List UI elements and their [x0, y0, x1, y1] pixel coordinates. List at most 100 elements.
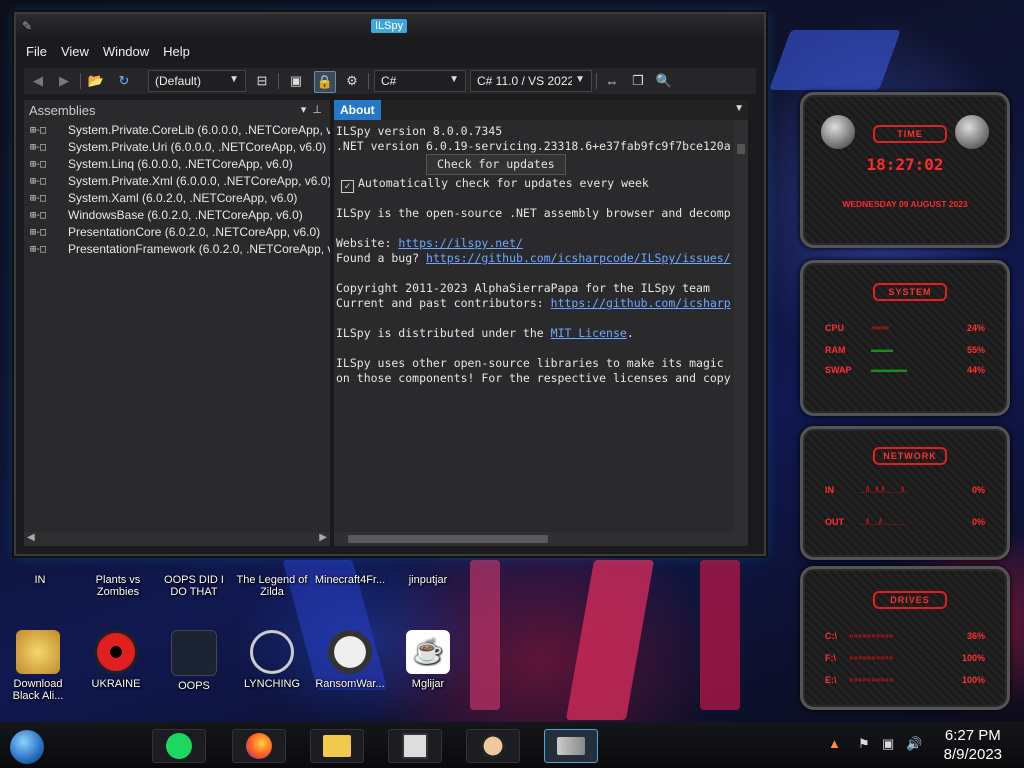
- contributors-link[interactable]: https://github.com/icsharp: [551, 296, 731, 310]
- forward-arrow-icon[interactable]: ▶: [54, 71, 74, 91]
- flag-icon[interactable]: ⚑: [858, 736, 870, 752]
- explorer-taskbar-button[interactable]: [310, 729, 364, 763]
- desktop-icon-jinputjar[interactable]: jinputjar: [390, 574, 466, 586]
- tree-node[interactable]: ⊞-□ System.Private.Uri (6.0.0.0, .NETCore…: [24, 139, 330, 156]
- scroll-left-icon[interactable]: ◀: [27, 532, 35, 543]
- language-combo[interactable]: C# ▼: [374, 70, 466, 92]
- desktop-icon-ransomware[interactable]: RansomWar...: [312, 630, 388, 690]
- network-icon[interactable]: ▣: [882, 736, 894, 752]
- start-button[interactable]: [10, 730, 44, 764]
- expand-icon[interactable]: ⊞-□: [30, 241, 46, 258]
- spotify-taskbar-button[interactable]: [152, 729, 206, 763]
- title-bar[interactable]: ✎ ILSpy: [16, 14, 764, 40]
- taskbar-time: 6:27 PM: [944, 727, 1001, 744]
- network-widget: NETWORK IN __/\__/\_/\_____/\_ 0% OUT __/\_…: [800, 426, 1010, 560]
- desktop-icon-ukraine[interactable]: UKRAINE: [78, 630, 154, 690]
- menu-help[interactable]: Help: [161, 42, 198, 64]
- bug-link[interactable]: https://github.com/icsharpcode/ILSpy/iss…: [426, 251, 731, 265]
- api-visibility-icon[interactable]: ⊟: [252, 71, 272, 91]
- net-out-row: OUT __/\___/\_______ 0%: [825, 517, 985, 527]
- filter-combo[interactable]: (Default) ▼: [148, 70, 246, 92]
- taskbar-date: 8/9/2023: [943, 746, 1002, 763]
- volume-icon[interactable]: 🔊: [906, 736, 922, 752]
- auto-check-label: Automatically check for updates every we…: [358, 176, 649, 190]
- show-compiler-generated-icon[interactable]: 🔒: [314, 71, 336, 93]
- tree-node[interactable]: ⊞-□ System.Linq (6.0.0.0, .NETCoreApp, v6…: [24, 156, 330, 173]
- tray-app-icon[interactable]: ▲: [828, 736, 841, 751]
- about-vscrollbar[interactable]: [734, 120, 748, 532]
- spotify-icon: [166, 733, 192, 759]
- swap-row: SWAP ▬▬▬▬▬ 44%: [825, 365, 985, 375]
- expand-icon[interactable]: ⊞-□: [30, 156, 46, 173]
- scroll-right-icon[interactable]: ▶: [319, 532, 327, 543]
- system-title: SYSTEM: [873, 283, 947, 301]
- website-label: Website:: [336, 236, 399, 250]
- drives-title: DRIVES: [873, 591, 947, 609]
- menu-window[interactable]: Window: [101, 42, 157, 64]
- reload-icon[interactable]: ↻: [114, 71, 134, 91]
- game-icon: [402, 733, 428, 759]
- version-combo[interactable]: C# 11.0 / VS 2022.4 ▼: [470, 70, 592, 92]
- ilspy-taskbar-button[interactable]: [544, 729, 598, 763]
- expand-icon[interactable]: ⊞-□: [30, 224, 46, 241]
- menu-file[interactable]: File: [24, 42, 55, 64]
- new-tab-icon[interactable]: ❐: [628, 71, 648, 91]
- file-icon: [171, 630, 217, 676]
- tab-list-icon[interactable]: ▼: [734, 103, 744, 114]
- network-title: NETWORK: [873, 447, 947, 465]
- version-combo-value: C# 11.0 / VS 2022.4: [477, 74, 585, 88]
- expand-icon[interactable]: ⊞-□: [30, 173, 46, 190]
- expand-icon[interactable]: ⊞-□: [30, 190, 46, 207]
- desktop-icon-mglijar[interactable]: ☕ Mglijar: [390, 630, 466, 690]
- expand-icon[interactable]: ⊞-□: [30, 139, 46, 156]
- show-private-icon[interactable]: ▣: [286, 71, 306, 91]
- license-link[interactable]: MIT License: [551, 326, 627, 340]
- tree-node[interactable]: ⊞-□ WindowsBase (6.0.2.0, .NETCoreApp, v6…: [24, 207, 330, 224]
- tree-node[interactable]: ⊞-□ System.Private.CoreLib (6.0.0.0, .NET…: [24, 122, 330, 139]
- desktop-icon-plants-vs-zombies[interactable]: Plants vs Zombies: [80, 574, 156, 598]
- expand-icon[interactable]: ⊞-□: [30, 207, 46, 224]
- desktop-icon-legend-of-zilda[interactable]: The Legend of Zilda: [234, 574, 310, 598]
- pirate-taskbar-button[interactable]: [466, 729, 520, 763]
- taskbar: ▲ ⚑ ▣ 🔊 6:27 PM 8/9/2023: [0, 722, 1024, 768]
- pirate-icon: [480, 733, 506, 759]
- game-taskbar-button[interactable]: [388, 729, 442, 763]
- taskbar-clock[interactable]: 6:27 PM 8/9/2023: [944, 726, 1002, 764]
- drive-f-row: F:\»»»»»»»»»» 100%: [825, 653, 985, 663]
- manage-assemblies-icon[interactable]: ⇔: [602, 71, 622, 91]
- tree-node[interactable]: ⊞-□ System.Xaml (6.0.2.0, .NETCoreApp, v6…: [24, 190, 330, 207]
- desktop-icon-oops-did-i[interactable]: OOPS DID I DO THAT: [156, 574, 232, 598]
- desktop-icon-lynching[interactable]: LYNCHING: [234, 630, 310, 690]
- desktop-icon-oops[interactable]: OOPS: [156, 630, 232, 692]
- ilspy-window: ✎ ILSpy File View Window Help ◀ ▶ 📂 ↻ (D…: [14, 12, 766, 556]
- version-line: ILSpy version 8.0.0.7345: [336, 124, 503, 138]
- tab-about[interactable]: About: [334, 100, 381, 120]
- net-in-row: IN __/\__/\_/\_____/\_ 0%: [825, 485, 985, 495]
- menu-bar: File View Window Help: [24, 42, 202, 64]
- widget-date: WEDNESDAY 09 AUGUST 2023: [842, 199, 968, 209]
- search-icon[interactable]: 🔍: [654, 71, 674, 91]
- desktop-icon-download-black[interactable]: Download Black Ali...: [0, 630, 76, 702]
- libraries-line-2: on those components! For the respective …: [336, 371, 731, 385]
- pin-icon[interactable]: ▾ ⊥: [301, 103, 322, 116]
- tree-node[interactable]: ⊞-□ PresentationFramework (6.0.2.0, .NETC…: [24, 241, 330, 258]
- assemblies-hscrollbar[interactable]: ◀ ▶: [24, 532, 330, 546]
- desktop-icon-in[interactable]: IN: [20, 574, 60, 586]
- menu-view[interactable]: View: [59, 42, 97, 64]
- open-folder-icon[interactable]: 📂: [86, 71, 106, 91]
- show-all-icon[interactable]: ⚙: [342, 71, 362, 91]
- drives-widget: DRIVES C:\»»»»»»»»»» 36% F:\»»»»»»»»»» 100…: [800, 566, 1010, 710]
- back-arrow-icon[interactable]: ◀: [28, 71, 48, 91]
- about-hscrollbar[interactable]: [334, 532, 748, 546]
- assemblies-title: Assemblies: [29, 103, 96, 118]
- auto-check-checkbox[interactable]: ✓: [341, 180, 354, 193]
- drive-c-row: C:\»»»»»»»»»» 36%: [825, 631, 985, 641]
- expand-icon[interactable]: ⊞-□: [30, 122, 46, 139]
- firefox-taskbar-button[interactable]: [232, 729, 286, 763]
- check-updates-button[interactable]: Check for updates: [426, 154, 566, 175]
- website-link[interactable]: https://ilspy.net/: [398, 236, 523, 250]
- desktop-icon-minecraft[interactable]: Minecraft4Fr...: [312, 574, 388, 586]
- tree-node[interactable]: ⊞-□ PresentationCore (6.0.2.0, .NETCoreAp…: [24, 224, 330, 241]
- tree-node[interactable]: ⊞-□ System.Private.Xml (6.0.0.0, .NETCore…: [24, 173, 330, 190]
- drive-e-row: E:\»»»»»»»»»» 100%: [825, 675, 985, 685]
